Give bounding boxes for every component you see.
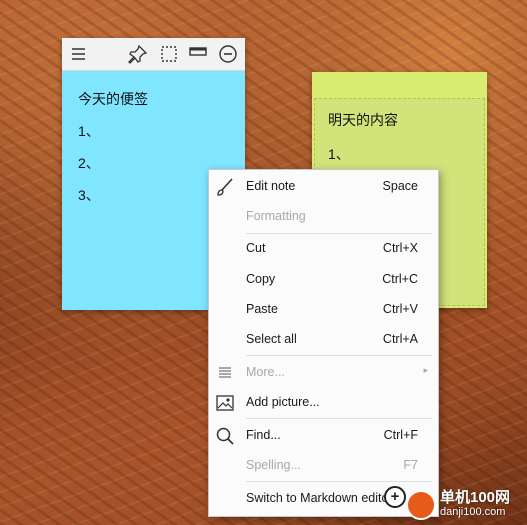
submenu-arrow-icon: ▸ [423,365,428,375]
watermark-text: 单机100网 [440,489,511,506]
minimize-icon[interactable] [218,44,238,64]
magnifier-icon [216,427,234,445]
menu-item-label: Add picture... [246,395,320,409]
picture-icon [216,395,234,411]
menu-item-label: Paste [246,302,278,316]
menu-separator [246,418,432,419]
menu-separator [246,481,432,482]
menu-item-label: Spelling... [246,458,301,472]
note-title: 明天的内容 [328,112,398,128]
note-line: 3、 [78,187,100,203]
note-line: 1、 [328,146,350,162]
menu-item-shortcut: Ctrl+F [383,428,418,442]
menu-item-shortcut: Ctrl+V [382,302,418,316]
menu-item-label: Cut [246,241,266,255]
menu-item-label: Formatting [246,209,306,223]
logo-circle-icon [406,490,436,520]
brush-icon [217,178,233,196]
menu-item-paste[interactable]: Paste Ctrl+V [209,297,438,323]
menu-item-label: Find... [246,428,281,442]
menu-item-shortcut: Space [382,179,418,193]
plus-icon: + [384,486,406,508]
menu-item-more[interactable]: More... ▸ [209,360,438,386]
menu-item-label: Copy [246,272,276,286]
menu-item-shortcut: Ctrl+C [382,272,418,286]
note-line: 2、 [78,155,100,171]
note-toolbar [62,38,245,71]
note-title: 今天的便签 [78,91,148,107]
menu-item-find[interactable]: Find... Ctrl+F [209,423,438,449]
menu-item-edit-note[interactable]: Edit note Space [209,174,438,200]
menu-item-shortcut: Ctrl+A [382,332,418,346]
menu-item-cut[interactable]: Cut Ctrl+X [209,236,438,262]
context-menu: Edit note Space Formatting Cut Ctrl+X Co… [208,169,439,517]
menu-item-label: Switch to Markdown editor [246,491,393,505]
menu-item-label: More... [246,365,285,379]
menu-separator [246,355,432,356]
menu-item-shortcut: Ctrl+X [382,241,418,255]
menu-item-label: Edit note [246,179,296,193]
note-line: 1、 [78,123,100,139]
menu-item-shortcut: F7 [403,458,418,472]
menu-item-label: Select all [246,332,297,346]
menu-separator [246,233,432,234]
menu-item-select-all[interactable]: Select all Ctrl+A [209,327,438,353]
pin-icon[interactable] [128,44,148,64]
menu-icon[interactable] [69,44,89,64]
list-icon [219,367,231,378]
window-icon[interactable] [188,44,208,64]
menu-item-formatting[interactable]: Formatting [209,204,438,230]
select-icon[interactable] [159,44,179,64]
menu-item-spelling[interactable]: Spelling... F7 [209,453,438,479]
menu-item-copy[interactable]: Copy Ctrl+C [209,267,438,293]
watermark-url: danji100.com [440,506,506,518]
menu-item-add-picture[interactable]: Add picture... [209,390,438,416]
watermark-logo: + 单机100网 danji100.com [384,484,527,525]
